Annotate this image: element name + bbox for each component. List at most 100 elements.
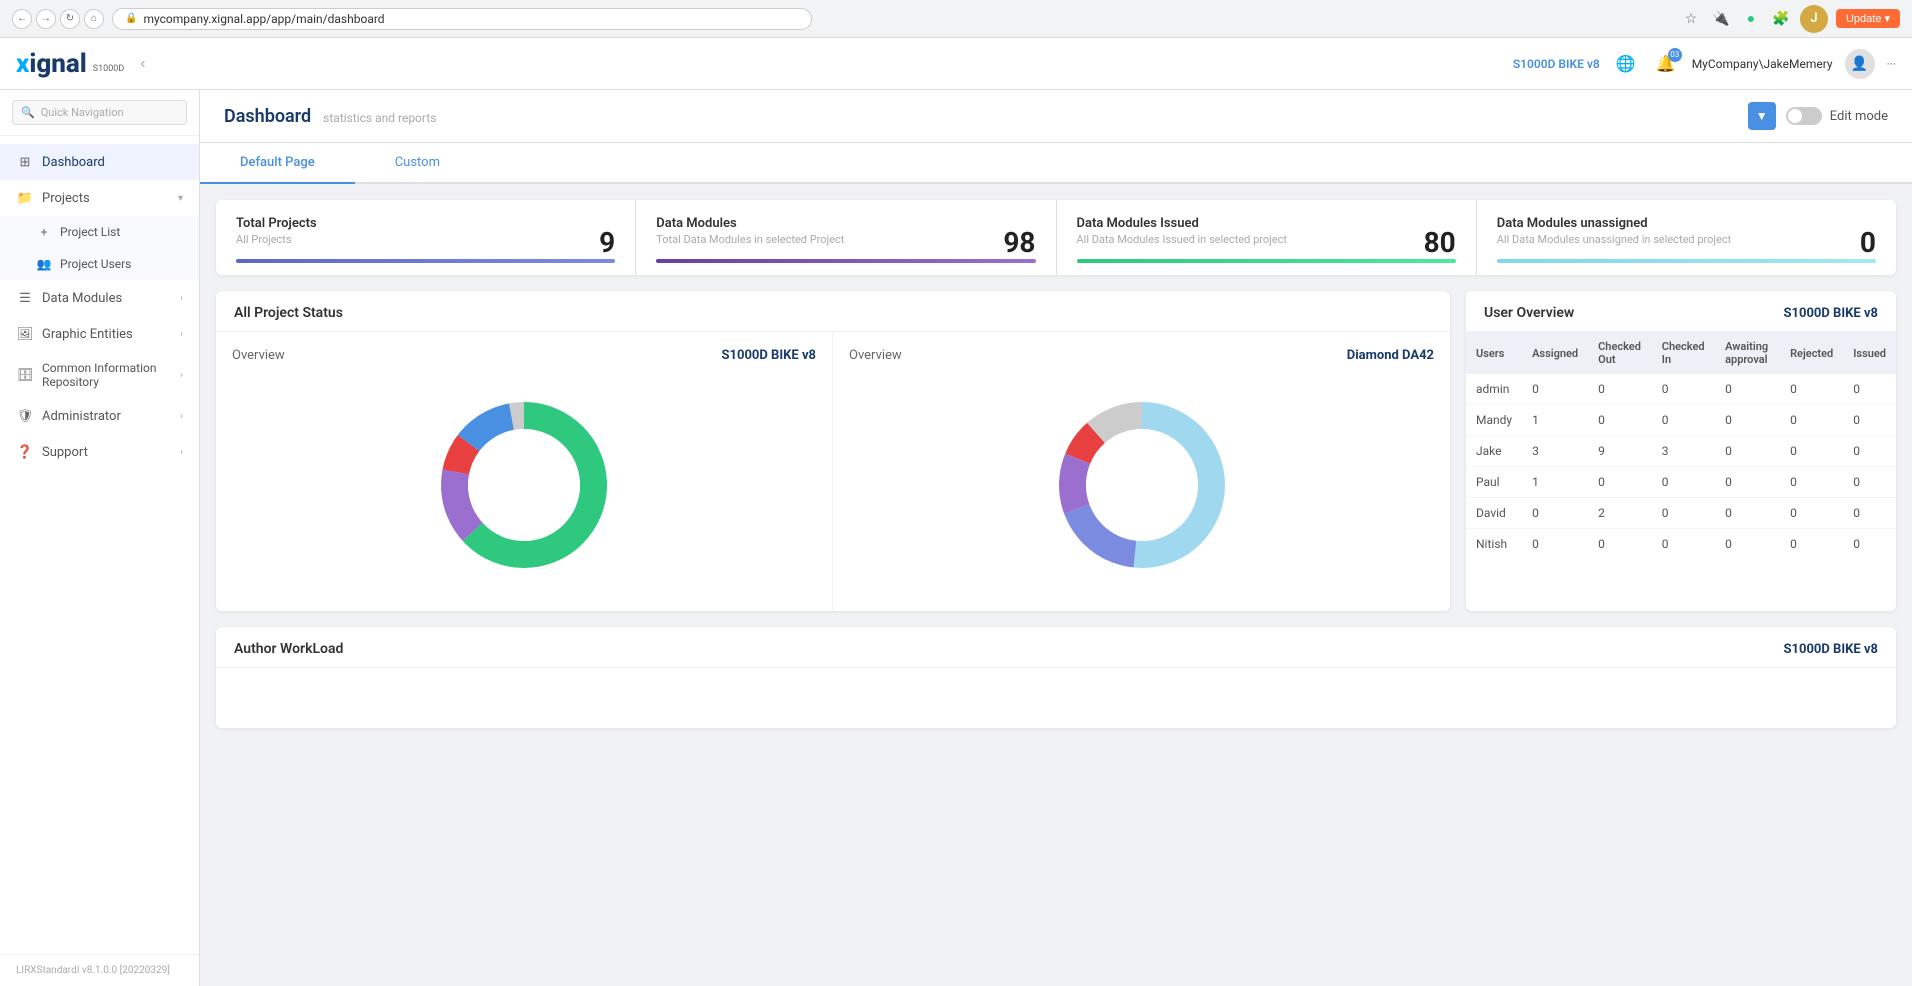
project-users-icon: 👥 bbox=[36, 256, 52, 272]
common-info-chevron-icon: › bbox=[180, 370, 183, 381]
author-workload-panel: Author WorkLoad S1000D BIKE v8 bbox=[216, 627, 1896, 728]
forward-button[interactable]: → bbox=[36, 9, 56, 29]
sidebar: 🔍 Quick Navigation ⊞ Dashboard 📁 Project… bbox=[0, 90, 200, 986]
quick-nav-search[interactable]: 🔍 Quick Navigation bbox=[12, 100, 187, 125]
cell-rejected: 0 bbox=[1780, 405, 1843, 436]
sidebar-common-info-label: Common Information Repository bbox=[42, 361, 172, 389]
sidebar-search-area: 🔍 Quick Navigation bbox=[0, 90, 199, 136]
cell-assigned: 1 bbox=[1522, 467, 1588, 498]
cell-rejected: 0 bbox=[1780, 529, 1843, 560]
sidebar-item-administrator[interactable]: 🛡 Administrator › bbox=[0, 398, 199, 434]
projects-icon: 📁 bbox=[16, 189, 34, 207]
page-title: Dashboard bbox=[224, 106, 311, 127]
cell-checked-in: 3 bbox=[1652, 436, 1715, 467]
logo-sub: S1000D bbox=[93, 65, 124, 74]
edit-mode-switch[interactable] bbox=[1786, 107, 1822, 125]
cell-user: admin bbox=[1466, 374, 1522, 405]
sidebar-toggle-button[interactable]: ‹ bbox=[140, 55, 145, 73]
projects-submenu: + Project List 👥 Project Users bbox=[0, 216, 199, 280]
extension-icon-2[interactable]: ● bbox=[1740, 8, 1762, 30]
tab-default-page[interactable]: Default Page bbox=[200, 143, 355, 184]
author-workload-title: Author WorkLoad bbox=[234, 641, 343, 657]
sidebar-item-label: Dashboard bbox=[42, 155, 183, 170]
notification-icon[interactable]: 🔔 03 bbox=[1652, 50, 1680, 78]
table-row: Jake 3 9 3 0 0 0 bbox=[1466, 436, 1896, 467]
user-info: MyCompany\JakeMemery bbox=[1692, 57, 1833, 71]
home-button[interactable]: ⌂ bbox=[84, 9, 104, 29]
update-chevron-icon: ▾ bbox=[1884, 12, 1890, 25]
search-icon: 🔍 bbox=[21, 106, 35, 119]
sidebar-item-support[interactable]: ❓ Support › bbox=[0, 434, 199, 470]
stat-desc-1: Total Data Modules in selected Project bbox=[656, 233, 1035, 246]
donut-svg-1 bbox=[434, 395, 614, 575]
graphic-entities-icon: 🖼 bbox=[16, 325, 34, 343]
stat-label-1: Data Modules bbox=[656, 216, 1035, 231]
language-icon[interactable]: 🌐 bbox=[1612, 50, 1640, 78]
chart-overview-label-1: Overview bbox=[232, 348, 285, 363]
app-header: xignal S1000D ‹ S1000D BIKE v8 🌐 🔔 03 My… bbox=[0, 38, 1912, 90]
reload-button[interactable]: ↻ bbox=[60, 9, 80, 29]
chart-overview-label-2: Overview bbox=[849, 348, 902, 363]
stat-data-modules-unassigned: Data Modules unassigned All Data Modules… bbox=[1477, 200, 1896, 275]
project-status-panel: All Project Status Overview S1000D BIKE … bbox=[216, 291, 1450, 611]
cell-assigned: 1 bbox=[1522, 405, 1588, 436]
cell-checked-in: 0 bbox=[1652, 529, 1715, 560]
extension-icon-1[interactable]: 🔌 bbox=[1710, 8, 1732, 30]
stat-label-2: Data Modules Issued bbox=[1077, 216, 1456, 231]
filter-button[interactable]: ▼ bbox=[1748, 102, 1776, 130]
cell-awaiting: 0 bbox=[1715, 467, 1780, 498]
author-workload-header: Author WorkLoad S1000D BIKE v8 bbox=[216, 627, 1896, 668]
sidebar-projects-label: Projects bbox=[42, 191, 170, 206]
update-button[interactable]: Update ▾ bbox=[1836, 9, 1900, 28]
logo-main: ignal bbox=[29, 49, 86, 79]
cell-issued: 0 bbox=[1843, 529, 1896, 560]
bookmark-icon[interactable]: ☆ bbox=[1680, 8, 1702, 30]
sidebar-item-project-users[interactable]: 👥 Project Users bbox=[0, 248, 199, 280]
sidebar-item-graphic-entities[interactable]: 🖼 Graphic Entities › bbox=[0, 316, 199, 352]
browser-nav-buttons: ← → ↻ ⌂ bbox=[12, 9, 104, 29]
sidebar-item-projects[interactable]: 📁 Projects ▾ bbox=[0, 180, 199, 216]
cell-checked-in: 0 bbox=[1652, 467, 1715, 498]
col-assigned: Assigned bbox=[1522, 332, 1588, 374]
cell-awaiting: 0 bbox=[1715, 529, 1780, 560]
stat-desc-2: All Data Modules Issued in selected proj… bbox=[1077, 233, 1456, 246]
stat-bar-0 bbox=[236, 259, 615, 263]
col-checked-in: Checked In bbox=[1652, 332, 1715, 374]
cell-checked-out: 2 bbox=[1588, 498, 1652, 529]
back-button[interactable]: ← bbox=[12, 9, 32, 29]
chart-section-2: Overview Diamond DA42 bbox=[833, 332, 1450, 611]
sidebar-administrator-label: Administrator bbox=[42, 409, 172, 424]
chart-label-row-1: Overview S1000D BIKE v8 bbox=[232, 348, 816, 363]
stat-bar-3 bbox=[1497, 259, 1876, 263]
sidebar-item-project-list[interactable]: + Project List bbox=[0, 216, 199, 248]
extension-icon-3[interactable]: 🧩 bbox=[1770, 8, 1792, 30]
sidebar-project-users-label: Project Users bbox=[60, 257, 131, 271]
data-modules-chevron-icon: › bbox=[180, 293, 183, 304]
col-checked-out: Checked Out bbox=[1588, 332, 1652, 374]
support-chevron-icon: › bbox=[180, 447, 183, 458]
edit-mode-label: Edit mode bbox=[1830, 109, 1888, 124]
chart-label-row-2: Overview Diamond DA42 bbox=[849, 348, 1434, 363]
cell-awaiting: 0 bbox=[1715, 374, 1780, 405]
cell-checked-in: 0 bbox=[1652, 498, 1715, 529]
stats-row: Total Projects All Projects 9 Data Modul… bbox=[216, 200, 1896, 275]
sidebar-item-data-modules[interactable]: ☰ Data Modules › bbox=[0, 280, 199, 316]
profile-avatar[interactable]: J bbox=[1800, 5, 1828, 33]
tab-default-label: Default Page bbox=[240, 155, 315, 170]
data-modules-icon: ☰ bbox=[16, 289, 34, 307]
cell-issued: 0 bbox=[1843, 467, 1896, 498]
administrator-icon: 🛡 bbox=[16, 407, 34, 425]
user-overview-body: Users Assigned Checked Out Checked In Aw… bbox=[1466, 332, 1896, 559]
more-options-icon[interactable]: ··· bbox=[1887, 57, 1896, 71]
sidebar-item-dashboard[interactable]: ⊞ Dashboard bbox=[0, 144, 199, 180]
address-bar[interactable]: 🔒 mycompany.xignal.app/app/main/dashboar… bbox=[112, 8, 812, 30]
tab-custom[interactable]: Custom bbox=[355, 143, 480, 184]
stat-value-3: 0 bbox=[1860, 226, 1876, 259]
cell-rejected: 0 bbox=[1780, 498, 1843, 529]
cell-checked-out: 0 bbox=[1588, 405, 1652, 436]
footer-version-text: LIRXStandardI v8.1.0.0 [20220329] bbox=[16, 965, 170, 976]
common-info-icon: 🗄 bbox=[16, 366, 34, 384]
table-row: Paul 1 0 0 0 0 0 bbox=[1466, 467, 1896, 498]
stat-bar-1 bbox=[656, 259, 1035, 263]
sidebar-item-common-info[interactable]: 🗄 Common Information Repository › bbox=[0, 352, 199, 398]
